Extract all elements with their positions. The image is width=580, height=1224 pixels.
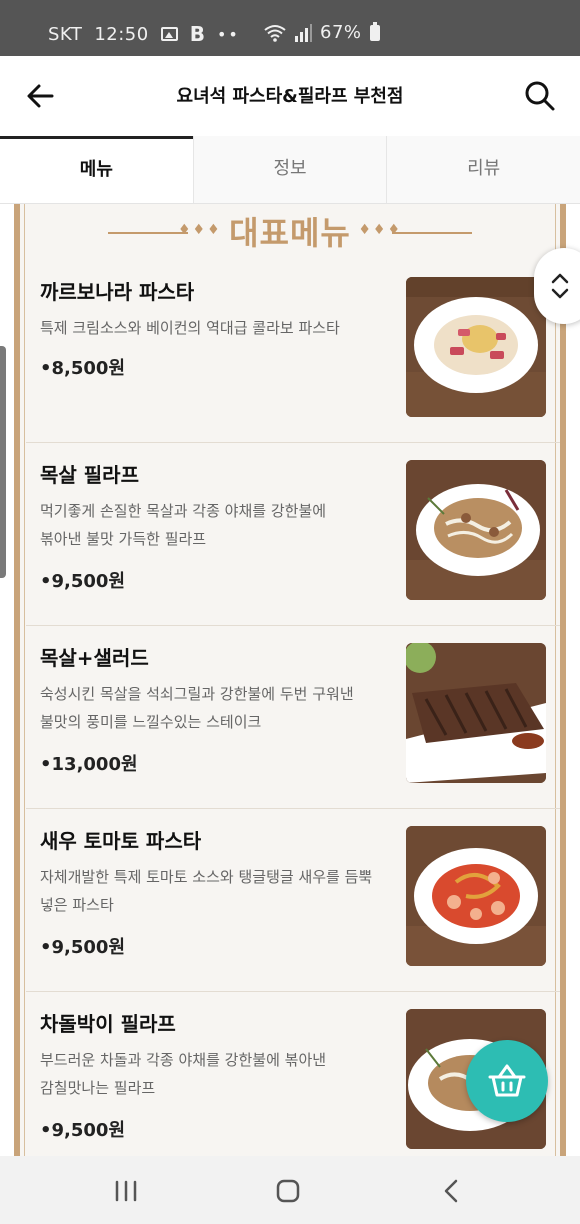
battery-icon — [369, 21, 380, 41]
item-price-value: 8,500원 — [51, 358, 126, 379]
b-app-icon: B — [189, 22, 205, 46]
item-description: 부드러운 차돌과 각종 야채를 강한불에 볶아낸 감칠맛나는 필라프 — [40, 1046, 380, 1102]
image-icon — [160, 27, 178, 41]
home-button[interactable] — [268, 1176, 308, 1206]
battery-percent: 67% — [320, 22, 362, 43]
more-dots-icon: •• — [216, 24, 240, 44]
price-bullet: • — [40, 1120, 52, 1141]
status-left: SKT 12:50 B •• — [48, 22, 240, 46]
item-name: 까르보나라 파스타 — [40, 280, 195, 304]
signal-icon — [295, 23, 312, 42]
search-button[interactable] — [522, 78, 558, 114]
tab-reviews[interactable]: 리뷰 — [386, 136, 580, 203]
item-description-line: 넣은 파스타 — [40, 896, 114, 914]
tab-menu[interactable]: 메뉴 — [0, 136, 193, 203]
menu-item[interactable]: 까르보나라 파스타 특제 크림소스와 베이컨의 역대급 콜라보 파스타 •8,5… — [26, 260, 560, 443]
item-description: 숙성시킨 목살을 석쇠그릴과 강한불에 두번 구워낸 불맛의 풍미를 느낄수있는… — [40, 680, 380, 736]
item-description-line: 불맛의 풍미를 느낄수있는 스테이크 — [40, 713, 262, 731]
back-icon — [444, 1179, 458, 1203]
pork-steak-photo — [406, 643, 546, 783]
shopping-basket-icon — [488, 1064, 526, 1097]
item-description-line: 먹기좋게 손질한 목살과 각종 야채를 강한불에 — [40, 502, 327, 520]
tab-info[interactable]: 정보 — [192, 136, 387, 203]
item-price-value: 9,500원 — [51, 571, 126, 592]
item-price: •9,500원 — [40, 933, 125, 959]
item-price-value: 9,500원 — [51, 1120, 126, 1141]
page-title: 요녀석 파스타&필라프 부천점 — [176, 86, 404, 107]
item-price: •9,500원 — [40, 1116, 125, 1142]
clock: 12:50 — [94, 23, 149, 45]
diamond-ornament: ♦♦♦ — [178, 222, 222, 238]
item-description-line: 볶아낸 불맛 가득한 필라프 — [40, 530, 207, 548]
menu-item[interactable]: 목살 필라프 먹기좋게 손질한 목살과 각종 야채를 강한불에 볶아낸 불맛 가… — [26, 443, 560, 626]
item-description: 자체개발한 특제 토마토 소스와 탱글탱글 새우를 듬뿍 넣은 파스타 — [40, 863, 380, 919]
item-price: •13,000원 — [40, 750, 138, 776]
menu-item[interactable]: 목살+샐러드 숙성시킨 목살을 석쇠그릴과 강한불에 두번 구워낸 불맛의 풍미… — [26, 626, 560, 809]
wifi-icon — [264, 24, 286, 42]
search-icon — [525, 81, 555, 111]
menu-item[interactable]: 새우 토마토 파스타 자체개발한 특제 토마토 소스와 탱글탱글 새우를 듬뿍 … — [26, 809, 560, 992]
board-frame-line — [24, 204, 25, 1156]
item-description-line: 부드러운 차돌과 각종 야채를 강한불에 볶아낸 — [40, 1051, 327, 1069]
ornament-line — [392, 232, 472, 234]
cart-button[interactable] — [466, 1040, 548, 1122]
section-title: 대표메뉴 — [229, 214, 351, 252]
item-price-value: 9,500원 — [51, 937, 126, 958]
item-name: 새우 토마토 파스타 — [40, 829, 202, 853]
item-price-value: 13,000원 — [51, 754, 138, 775]
tab-bar: 메뉴 정보 리뷰 — [0, 136, 580, 204]
price-bullet: • — [40, 937, 52, 958]
item-name: 목살 필라프 — [40, 463, 139, 487]
item-description: 먹기좋게 손질한 목살과 각종 야채를 강한불에 볶아낸 불맛 가득한 필라프 — [40, 497, 380, 553]
pork-pilaf-photo — [406, 460, 546, 600]
system-nav-bar — [0, 1156, 580, 1224]
item-description-line: 숙성시킨 목살을 석쇠그릴과 강한불에 두번 구워낸 — [40, 685, 354, 703]
chevron-up-down-icon — [551, 273, 569, 299]
recent-apps-icon — [115, 1180, 137, 1202]
carrier-label: SKT — [48, 23, 83, 45]
item-name: 차돌박이 필라프 — [40, 1012, 176, 1036]
item-description-line: 자체개발한 특제 토마토 소스와 탱글탱글 새우를 듬뿍 — [40, 868, 373, 886]
price-bullet: • — [40, 358, 52, 379]
scroll-toggle-button[interactable] — [534, 248, 580, 324]
item-description-line: 특제 크림소스와 베이컨의 역대급 콜라보 파스타 — [40, 319, 340, 337]
section-header: ♦♦♦ 대표메뉴 ♦♦♦ — [20, 208, 560, 256]
status-right: 67% — [264, 21, 380, 43]
item-price: •9,500원 — [40, 567, 125, 593]
recent-apps-button[interactable] — [106, 1176, 146, 1206]
carbonara-photo — [406, 277, 546, 417]
price-bullet: • — [40, 754, 52, 775]
status-bar: SKT 12:50 B •• 67% — [0, 0, 580, 56]
item-name: 목살+샐러드 — [40, 646, 149, 670]
app-header: 요녀석 파스타&필라프 부천점 — [0, 56, 580, 136]
edge-panel-handle[interactable] — [0, 346, 6, 578]
item-description-line: 감칠맛나는 필라프 — [40, 1079, 156, 1097]
shrimp-tomato-pasta-photo — [406, 826, 546, 966]
price-bullet: • — [40, 571, 52, 592]
home-icon — [276, 1179, 300, 1203]
item-price: •8,500원 — [40, 354, 125, 380]
ornament-line — [108, 232, 188, 234]
item-description: 특제 크림소스와 베이컨의 역대급 콜라보 파스타 — [40, 314, 380, 342]
diamond-ornament: ♦♦♦ — [358, 222, 402, 238]
nav-back-button[interactable] — [432, 1176, 472, 1206]
menu-board: ♦♦♦ 대표메뉴 ♦♦♦ 까르보나라 파스타 특제 크림소스와 베이컨의 역대급… — [14, 204, 566, 1156]
